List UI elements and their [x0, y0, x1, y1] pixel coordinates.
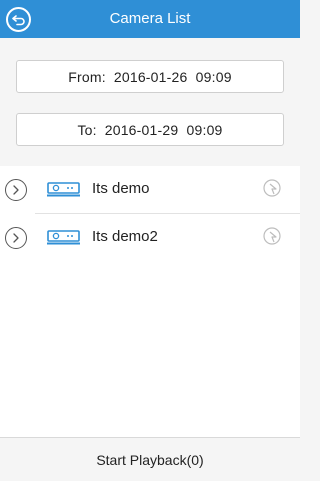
camera-name: Its demo2	[92, 228, 158, 245]
playback-icon[interactable]	[262, 178, 284, 200]
chevron-right-icon	[13, 185, 19, 195]
to-datetime: 2016-01-29 09:09	[104, 121, 223, 138]
camera-row[interactable]: Its demo2	[0, 214, 300, 262]
camera-icon	[47, 230, 80, 245]
from-label: From:	[68, 68, 106, 85]
playback-icon[interactable]	[262, 226, 284, 248]
expand-button[interactable]	[5, 179, 27, 201]
row-divider	[35, 213, 300, 214]
start-playback-label: Start Playback(0)	[96, 451, 204, 468]
to-time-field[interactable]: To: 2016-01-29 09:09	[16, 113, 284, 146]
from-time-field[interactable]: From: 2016-01-26 09:09	[16, 60, 284, 93]
camera-icon	[47, 182, 80, 197]
from-datetime: 2016-01-26 09:09	[113, 68, 232, 85]
camera-row[interactable]: Its demo	[0, 166, 300, 214]
expand-button[interactable]	[5, 227, 27, 249]
chevron-right-icon	[13, 233, 19, 243]
camera-list: Its demo Its demo2	[0, 166, 300, 437]
top-bar: Camera List	[0, 0, 300, 38]
to-label: To:	[77, 121, 97, 138]
page-title: Camera List	[109, 10, 191, 27]
camera-name: Its demo	[92, 180, 150, 197]
start-playback-button[interactable]: Start Playback(0)	[0, 437, 300, 481]
